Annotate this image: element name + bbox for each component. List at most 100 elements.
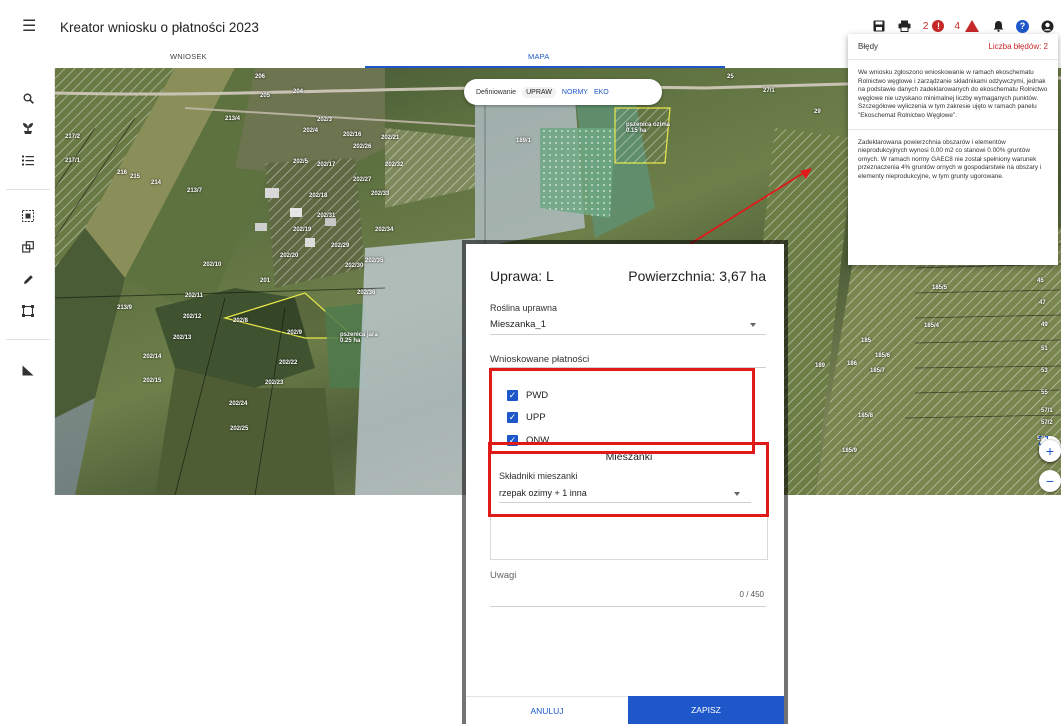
- parcel-number-label[interactable]: 202/8: [233, 318, 248, 324]
- notes-textarea[interactable]: [490, 606, 766, 607]
- layer-normy-button[interactable]: NORMY: [562, 89, 588, 96]
- parcel-number-label[interactable]: 202/19: [293, 227, 311, 233]
- layer-eko-button[interactable]: EKO: [594, 89, 609, 96]
- parcel-number-label[interactable]: 29: [814, 109, 821, 115]
- tab-wniosek[interactable]: WNIOSEK: [170, 52, 207, 61]
- parcel-number-label[interactable]: 202/3: [317, 117, 332, 123]
- parcel-number-label[interactable]: 213/9: [117, 305, 132, 311]
- parcel-number-label[interactable]: 202/20: [280, 253, 298, 259]
- parcel-number-label[interactable]: 57/1: [1041, 408, 1053, 414]
- copy-shape-icon[interactable]: [20, 239, 36, 255]
- parcel-number-label[interactable]: 185/8: [858, 413, 873, 419]
- search-icon[interactable]: [20, 90, 36, 106]
- parcel-number-label[interactable]: 185/7: [870, 368, 885, 374]
- parcel-number-label[interactable]: 204: [293, 89, 303, 95]
- print-icon[interactable]: [897, 18, 913, 34]
- bell-icon[interactable]: [990, 18, 1006, 34]
- parcel-number-label[interactable]: 202/10: [203, 262, 221, 268]
- parcel-number-label[interactable]: 202/36: [357, 290, 375, 296]
- parcel-number-label[interactable]: 217/2: [65, 134, 80, 140]
- parcel-number-label[interactable]: 213/4: [225, 116, 240, 122]
- parcel-number-label[interactable]: 213/7: [187, 188, 202, 194]
- parcel-number-label[interactable]: 202/33: [371, 191, 389, 197]
- parcel-number-label[interactable]: 49: [1041, 322, 1048, 328]
- error-message: Zadeklarowana powierzchnia obszarów i el…: [858, 138, 1042, 180]
- layer-upraw-button[interactable]: UPRAW: [522, 86, 556, 98]
- parcel-number-label[interactable]: 201: [260, 278, 270, 284]
- measure-icon[interactable]: [20, 362, 36, 378]
- parcel-number-label[interactable]: 45: [1037, 278, 1044, 284]
- chevron-down-icon[interactable]: [750, 323, 756, 327]
- parcel-number-label[interactable]: 202/31: [317, 213, 335, 219]
- help-icon[interactable]: ?: [1016, 19, 1029, 33]
- parcel-number-label[interactable]: 202/9: [287, 330, 302, 336]
- parcel-number-label[interactable]: 202/21: [381, 135, 399, 141]
- parcel-number-label[interactable]: 185/4: [924, 323, 939, 329]
- crop-select[interactable]: Mieszanka_1: [490, 319, 546, 330]
- warning-icon[interactable]: [964, 18, 980, 34]
- parcel-number-label[interactable]: 25: [727, 74, 734, 80]
- notes-counter: 0 / 450: [739, 590, 764, 599]
- error-message: We wniosku zgłoszono wnioskowanie w rama…: [858, 69, 1048, 119]
- parcel-number-label[interactable]: 216: [117, 170, 127, 176]
- parcel-number-label[interactable]: 202/4: [303, 128, 318, 134]
- tab-mapa[interactable]: MAPA: [528, 52, 550, 61]
- parcel-number-label[interactable]: 202/13: [173, 335, 191, 341]
- parcel-number-label[interactable]: 202/15: [143, 378, 161, 384]
- parcel-number-label[interactable]: 189: [815, 363, 825, 369]
- parcel-number-label[interactable]: 185/9: [842, 448, 857, 454]
- parcel-number-label[interactable]: 55: [1041, 390, 1048, 396]
- parcel-number-label[interactable]: 202/23: [265, 380, 283, 386]
- parcel-number-label[interactable]: 202/14: [143, 354, 161, 360]
- parcel-number-label[interactable]: 202/27: [353, 177, 371, 183]
- parcel-number-label[interactable]: 202/32: [385, 162, 403, 168]
- parcel-number-label[interactable]: 185/5: [932, 285, 947, 291]
- parcel-number-label[interactable]: 202/30: [345, 263, 363, 269]
- parcel-number-label[interactable]: 202/12: [183, 314, 201, 320]
- hamburger-menu-icon[interactable]: ☰: [22, 18, 40, 36]
- account-icon[interactable]: [1039, 18, 1055, 34]
- parcel-number-label[interactable]: 185/6: [875, 353, 890, 359]
- error-count: 2: [922, 20, 929, 32]
- parcel-number-label[interactable]: 53: [1041, 368, 1048, 374]
- parcel-number-label[interactable]: 202/11: [185, 293, 203, 299]
- parcel-number-label[interactable]: 217/1: [65, 158, 80, 164]
- crop-label: pszenica jara 0.25 ha: [340, 332, 378, 344]
- parcel-number-label[interactable]: 27/1: [763, 88, 775, 94]
- parcel-number-label[interactable]: 202/29: [331, 243, 349, 249]
- error-icon[interactable]: !: [932, 20, 945, 32]
- pencil-icon[interactable]: [20, 271, 36, 287]
- bounding-box-icon[interactable]: [20, 303, 36, 319]
- save-button[interactable]: ZAPISZ: [628, 696, 784, 724]
- list-icon[interactable]: [20, 152, 36, 168]
- parcel-number-label[interactable]: 189/1: [516, 138, 531, 144]
- parcel-number-label[interactable]: 206: [255, 74, 265, 80]
- payments-label: Wnioskowane płatności: [490, 354, 590, 365]
- zoom-out-icon[interactable]: −: [1039, 470, 1061, 492]
- parcel-number-label[interactable]: 202/16: [343, 132, 361, 138]
- cancel-button[interactable]: ANULUJ: [466, 696, 628, 724]
- save-icon[interactable]: [871, 18, 887, 34]
- parcel-number-label[interactable]: 202/24: [229, 401, 247, 407]
- parcel-number-label[interactable]: 51: [1041, 346, 1048, 352]
- errors-panel: Błędy Liczba błędów: 2 We wniosku zgłosz…: [848, 34, 1058, 265]
- parcel-number-label[interactable]: 202/5: [293, 159, 308, 165]
- parcel-number-label[interactable]: 202/25: [230, 426, 248, 432]
- parcel-number-label[interactable]: 202/17: [317, 162, 335, 168]
- parcel-number-label[interactable]: 186: [847, 361, 857, 367]
- parcel-number-label[interactable]: 47: [1039, 300, 1046, 306]
- parcel-number-label[interactable]: 214: [151, 180, 161, 186]
- parcel-number-label[interactable]: 205: [260, 93, 270, 99]
- dialog-area: Powierzchnia: 3,67 ha: [628, 268, 766, 284]
- parcel-number-label[interactable]: 185: [861, 338, 871, 344]
- parcel-number-label[interactable]: 202/34: [375, 227, 393, 233]
- parcel-number-label[interactable]: 202/35: [365, 258, 383, 264]
- select-area-icon[interactable]: [20, 208, 36, 224]
- parcel-number-label[interactable]: 215: [130, 174, 140, 180]
- parcel-number-label[interactable]: 202/26: [353, 144, 371, 150]
- plant-icon[interactable]: [20, 120, 36, 136]
- zoom-in-icon[interactable]: +: [1039, 440, 1061, 462]
- parcel-number-label[interactable]: 202/22: [279, 360, 297, 366]
- parcel-number-label[interactable]: 202/18: [309, 193, 327, 199]
- parcel-number-label[interactable]: 57/2: [1041, 420, 1053, 426]
